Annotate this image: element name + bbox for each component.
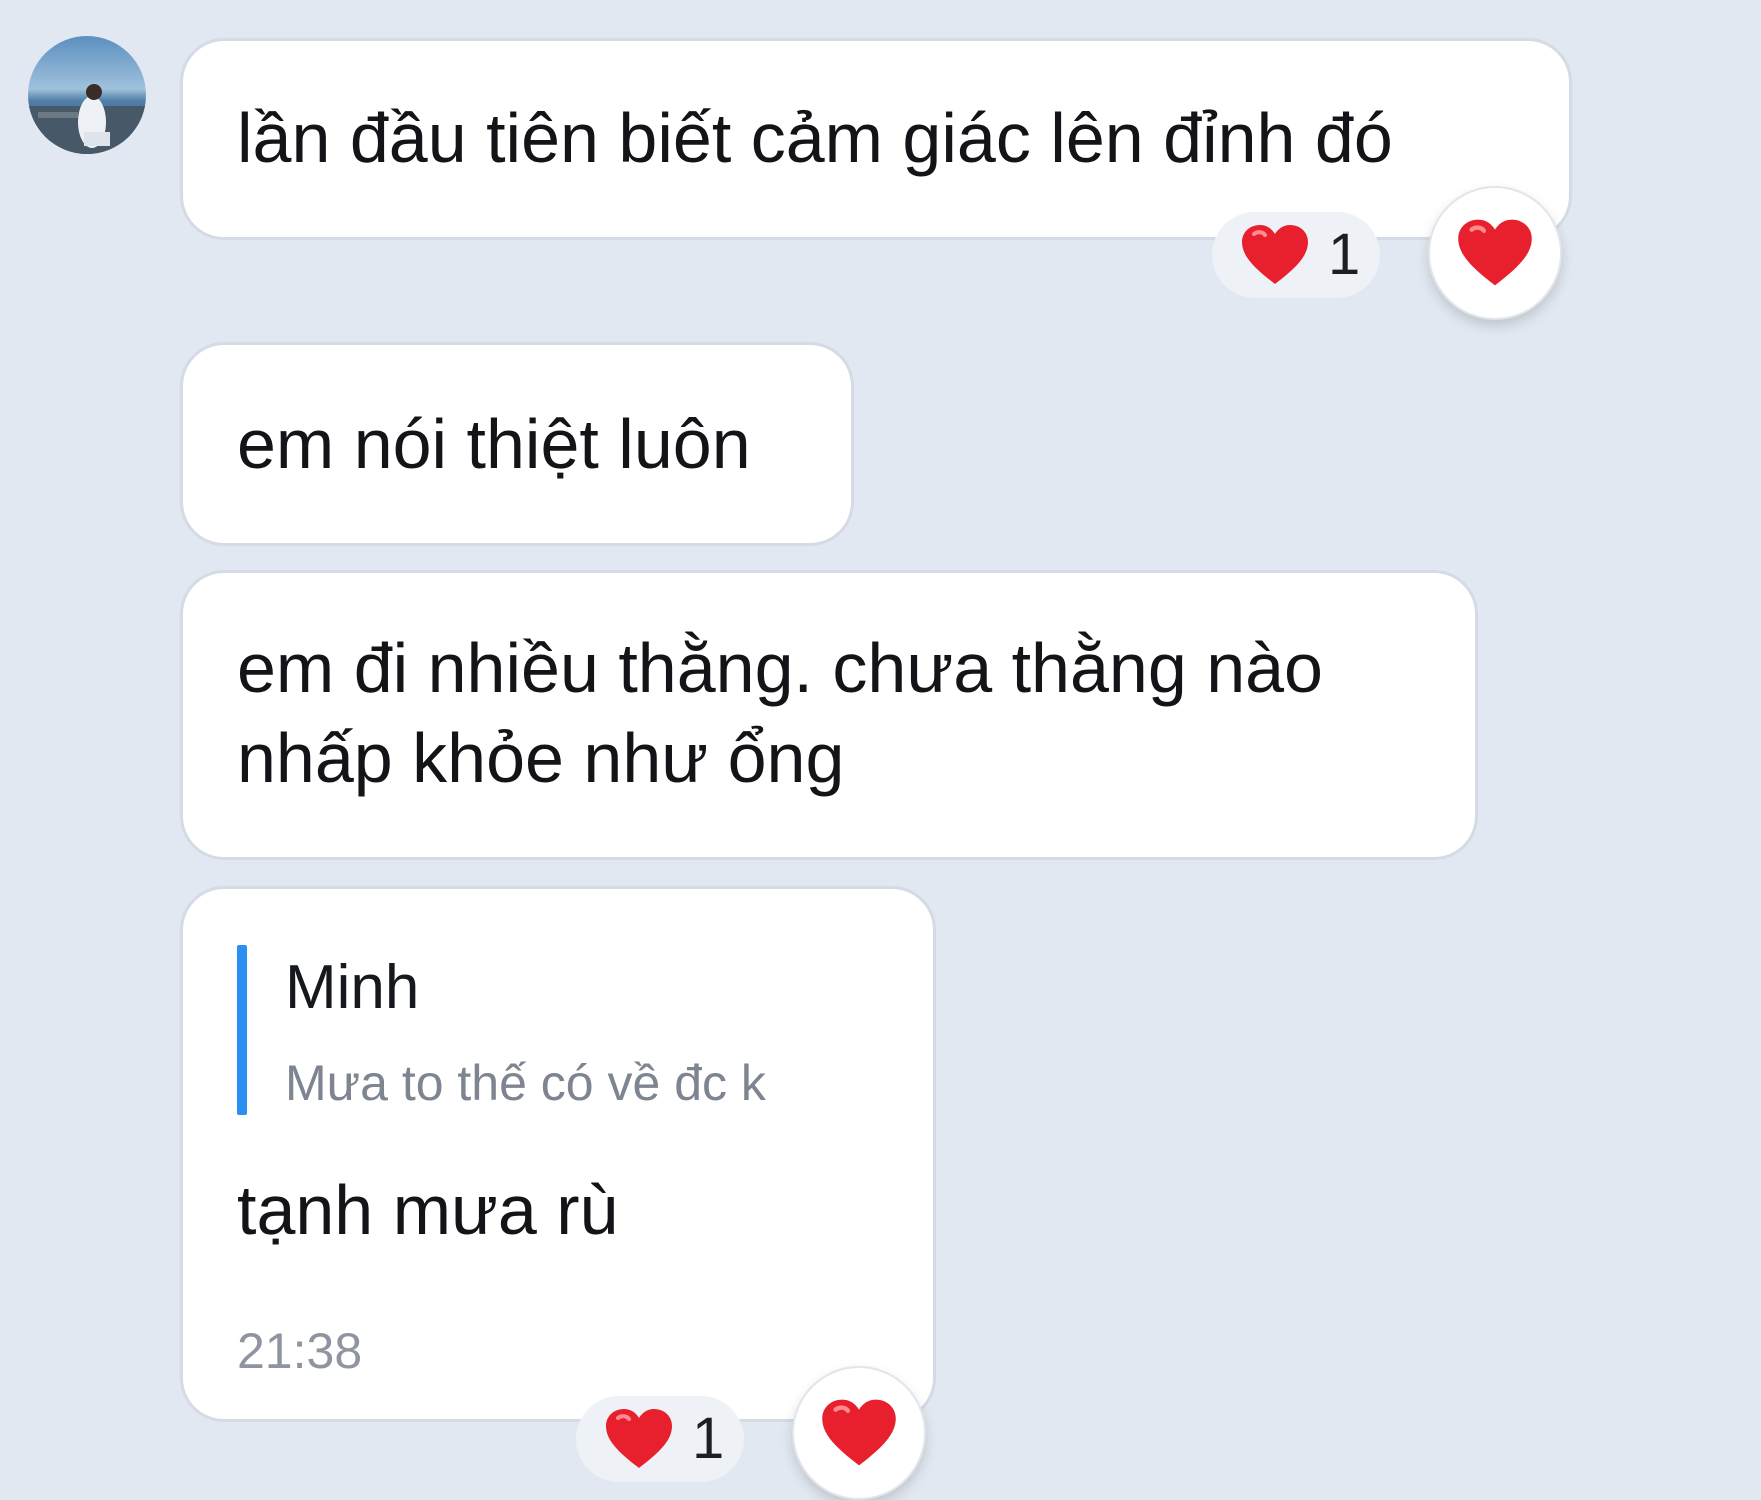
message-bubble[interactable]: lần đầu tiên biết cảm giác lên đỉnh đó xyxy=(180,38,1572,240)
sender-avatar[interactable] xyxy=(28,36,146,154)
message-bubble[interactable]: em đi nhiều thằng. chưa thằng nào nhấp k… xyxy=(180,570,1478,860)
message-text: tạnh mưa rù xyxy=(237,1171,619,1249)
react-heart-button[interactable] xyxy=(792,1366,926,1500)
message-text: em nói thiệt luôn xyxy=(237,405,751,483)
message-time: 21:38 xyxy=(237,1323,363,1379)
reaction-count: 1 xyxy=(1328,222,1361,287)
reaction-summary[interactable]: 1 xyxy=(1212,212,1380,298)
heart-icon xyxy=(820,1398,898,1468)
message-line: nhấp khỏe như ổng xyxy=(237,719,845,797)
heart-icon xyxy=(1456,218,1534,288)
quoted-sender-name: Minh xyxy=(285,953,420,1022)
reaction-count: 1 xyxy=(692,1406,725,1471)
message-text: em đi nhiều thằng. chưa thằng nào nhấp k… xyxy=(237,623,1323,803)
heart-icon xyxy=(1240,224,1310,286)
react-heart-button[interactable] xyxy=(1428,186,1562,320)
reply-message-bubble[interactable]: Minh Mưa to thế có về đc k tạnh mưa rù 2… xyxy=(180,886,936,1422)
quote-bar xyxy=(237,945,247,1115)
message-bubble[interactable]: em nói thiệt luôn xyxy=(180,342,854,546)
quoted-text: Mưa to thế có về đc k xyxy=(285,1055,766,1111)
quoted-message[interactable]: Minh Mưa to thế có về đc k xyxy=(237,945,766,1115)
message-line: em đi nhiều thằng. chưa thằng nào xyxy=(237,629,1323,707)
heart-icon xyxy=(604,1408,674,1470)
reaction-summary[interactable]: 1 xyxy=(576,1396,744,1482)
message-text: lần đầu tiên biết cảm giác lên đỉnh đó xyxy=(237,99,1393,177)
avatar-photo xyxy=(28,36,146,154)
